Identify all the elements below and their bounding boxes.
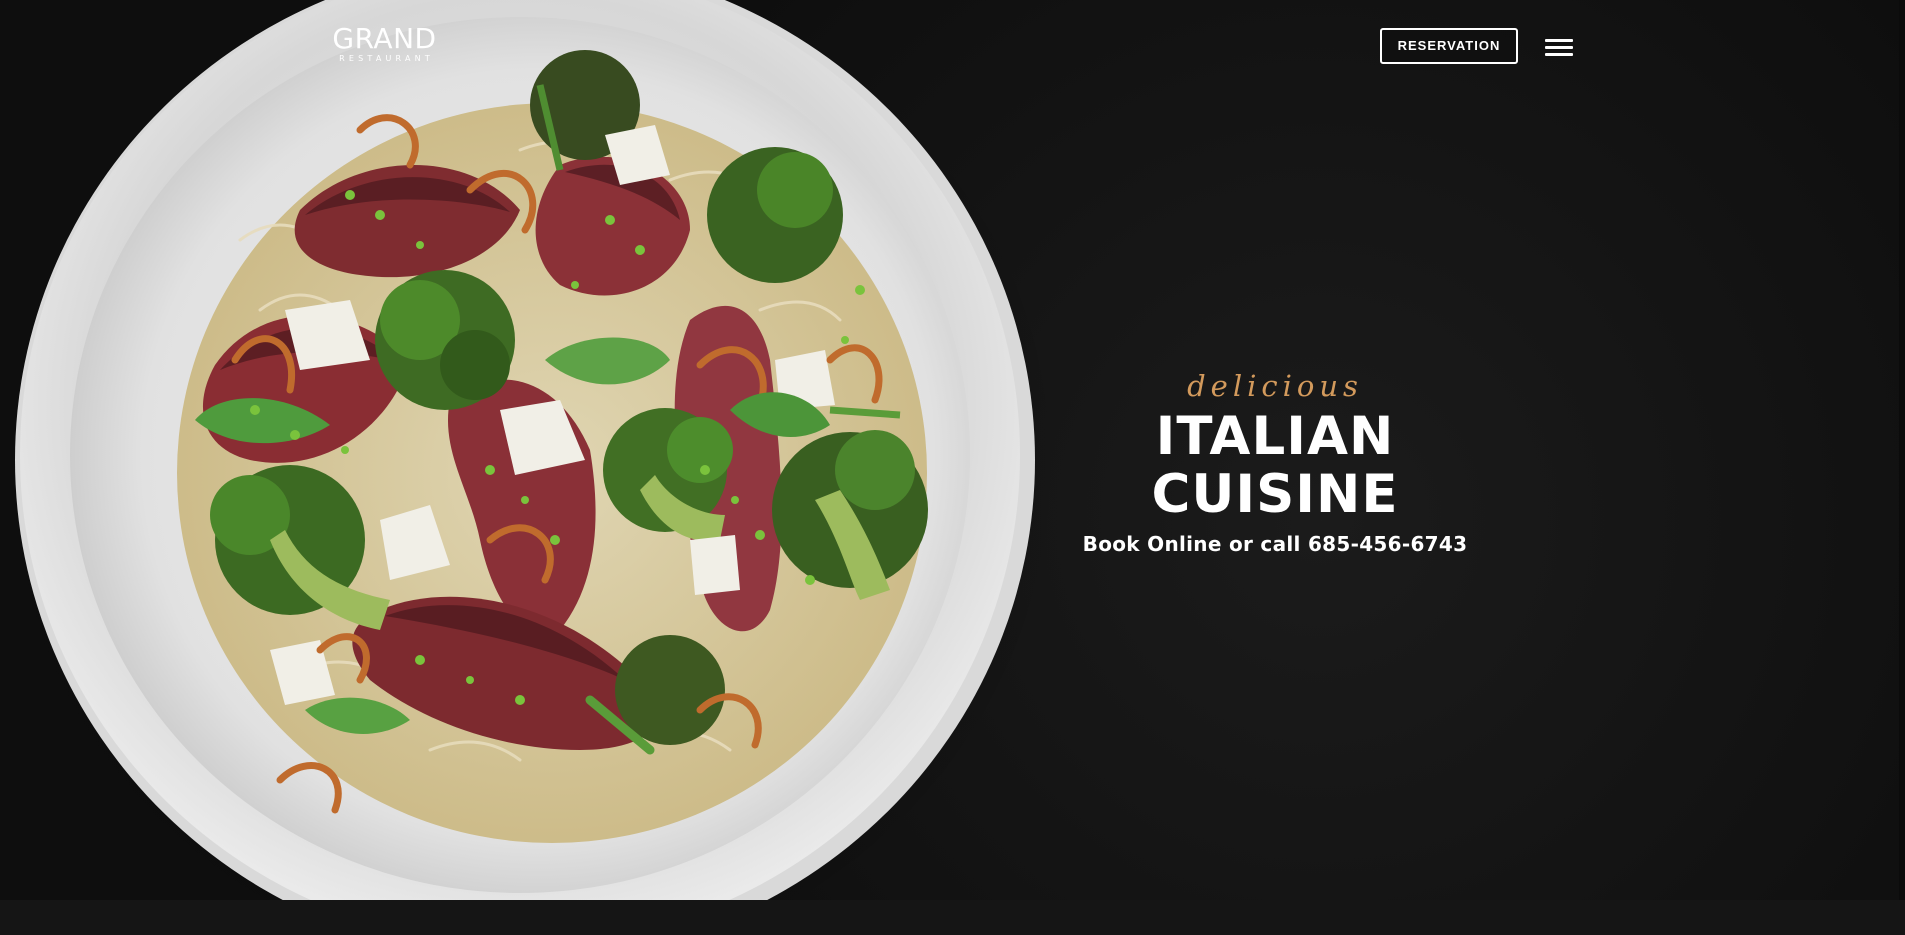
menu-line xyxy=(1545,53,1573,56)
reservation-button[interactable]: RESERVATION xyxy=(1380,28,1518,64)
page: GRAND RESTAURANT RESERVATION delicious I… xyxy=(0,0,1905,935)
hero-copy: delicious ITALIAN CUISINE Book Online or… xyxy=(1030,370,1520,556)
logo-wordmark: GRAND xyxy=(332,22,437,55)
bottom-band xyxy=(0,900,1905,935)
hero-subline: Book Online or call 685-456-6743 xyxy=(1082,532,1468,556)
logo-subtitle: RESTAURANT xyxy=(339,54,434,63)
dish-image xyxy=(10,0,1050,900)
hero-section: GRAND RESTAURANT RESERVATION delicious I… xyxy=(0,0,1905,900)
hero-tagline: delicious xyxy=(1187,369,1363,403)
logo[interactable]: GRAND RESTAURANT xyxy=(327,24,442,70)
hamburger-menu-icon[interactable] xyxy=(1545,39,1573,57)
hero-headline: ITALIAN CUISINE xyxy=(1151,406,1399,525)
menu-line xyxy=(1545,46,1573,49)
menu-line xyxy=(1545,39,1573,42)
